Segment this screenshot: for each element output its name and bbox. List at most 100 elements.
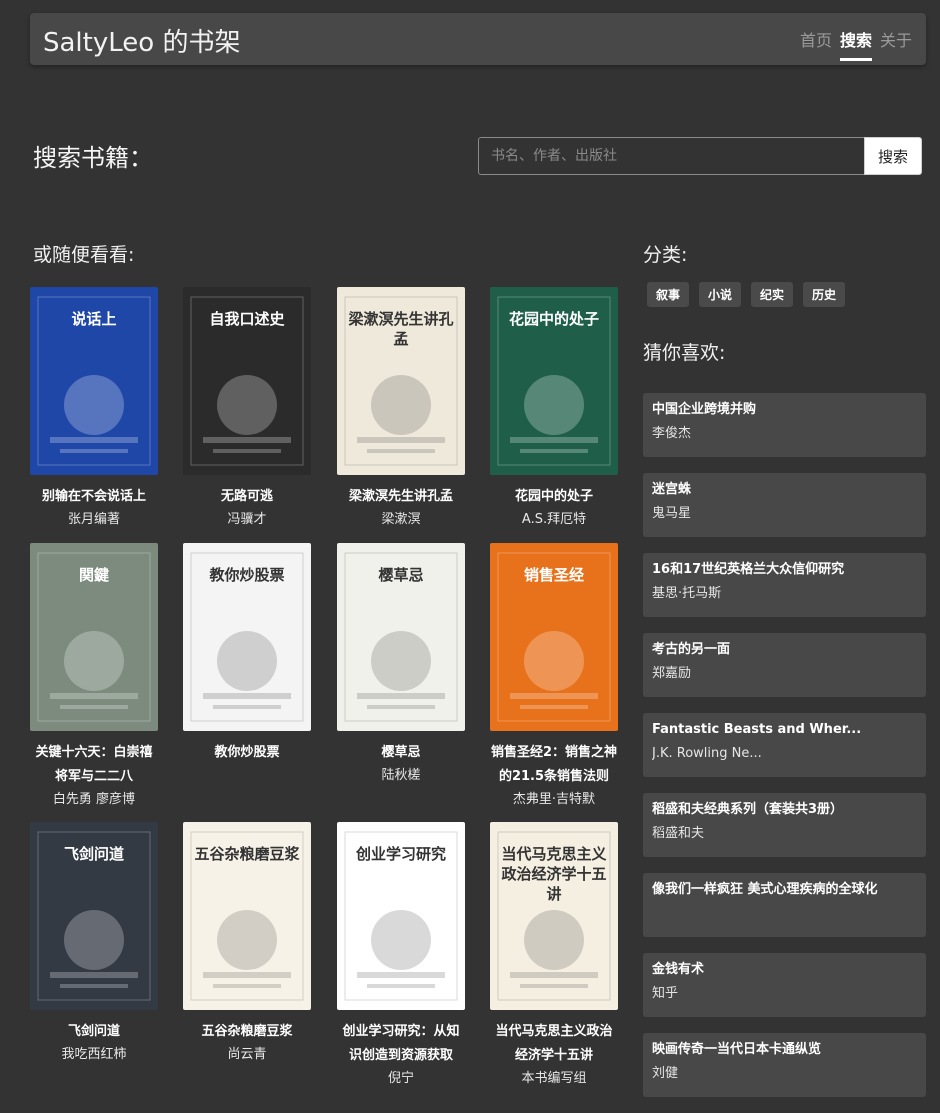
- book-cover-image[interactable]: 创业学习研究: [337, 822, 465, 1010]
- book-cover-text: 飞剑问道: [63, 845, 124, 863]
- book-title[interactable]: 樱草忌: [337, 741, 465, 765]
- book-card[interactable]: 说话上别输在不会说话上张月编著: [30, 287, 158, 530]
- recommend-author: 刘健: [652, 1066, 679, 1081]
- category-tag[interactable]: 历史: [803, 282, 846, 307]
- book-author: 白先勇 廖彦博: [52, 792, 136, 807]
- book-cover-image[interactable]: 梁漱溟先生讲孔孟: [337, 287, 465, 475]
- random-books-heading: 或随便看看:: [33, 244, 135, 266]
- recommend-author: 稻盛和夫: [652, 826, 705, 841]
- book-card[interactable]: 花园中的处子 花园中的处子 A.S.拜厄特: [490, 287, 618, 530]
- recommend-item[interactable]: 16和17世纪英格兰大众信仰研究 基思·托马斯: [643, 553, 926, 617]
- recommend-author: 基思·托马斯: [652, 586, 722, 601]
- book-card[interactable]: 自我口述史无路可逃冯骥才: [183, 287, 311, 530]
- book-title[interactable]: 梁漱溟先生讲孔孟: [337, 485, 465, 509]
- recommend-title[interactable]: Fantastic Beasts and Wher...: [652, 721, 917, 739]
- recommend-item[interactable]: 像我们一样疯狂 美式心理疾病的全球化: [643, 873, 926, 937]
- book-card[interactable]: 樱草忌 樱草忌 陆秋槎: [337, 543, 465, 786]
- recommend-author: 李俊杰: [652, 426, 692, 441]
- category-tag[interactable]: 叙事: [647, 282, 690, 307]
- book-title[interactable]: 创业学习研究：从知识创造到资源获取: [337, 1020, 465, 1068]
- book-cover-text: 自我口述史: [209, 310, 285, 328]
- book-title[interactable]: 飞剑问道: [30, 1020, 158, 1044]
- book-card[interactable]: 创业学习研究创业学习研究：从知识创造到资源获取倪宁: [337, 822, 465, 1089]
- recommend-item[interactable]: 中国企业跨境并购 李俊杰: [643, 393, 926, 457]
- recommend-author: 知乎: [652, 986, 679, 1001]
- recommend-item[interactable]: 考古的另一面 郑嘉励: [643, 633, 926, 697]
- book-cover-text: 创业学习研究: [355, 845, 446, 863]
- book-title[interactable]: 教你炒股票: [183, 741, 311, 765]
- book-author: 冯骥才: [227, 512, 267, 527]
- search-button[interactable]: 搜索: [864, 137, 922, 175]
- book-author: 本书编写组: [521, 1071, 587, 1086]
- book-card[interactable]: 五谷杂粮磨豆浆 五谷杂粮磨豆浆 尚云青: [183, 822, 311, 1065]
- category-tags: 叙事 小说 纪实 历史: [647, 282, 846, 307]
- recommend-item[interactable]: Fantastic Beasts and Wher... J.K. Rowling…: [643, 713, 926, 777]
- book-cover-text: 说话上: [71, 310, 117, 328]
- recommend-title[interactable]: 映画传奇一当代日本卡通纵览: [652, 1041, 917, 1059]
- recommend-item[interactable]: 金钱有术 知乎: [643, 953, 926, 1017]
- recommend-title[interactable]: 16和17世纪英格兰大众信仰研究: [652, 561, 917, 579]
- recommend-title[interactable]: 中国企业跨境并购: [652, 401, 917, 419]
- book-title[interactable]: 无路可逃: [183, 485, 311, 509]
- recommend-title[interactable]: 迷宫蛛: [652, 481, 917, 499]
- book-author: 杰弗里·吉特默: [512, 792, 596, 807]
- category-tag[interactable]: 纪实: [751, 282, 794, 307]
- book-cover-text: 销售圣经: [523, 566, 584, 584]
- recommend-title[interactable]: 考古的另一面: [652, 641, 917, 659]
- book-author: 张月编著: [67, 512, 120, 527]
- book-title[interactable]: 销售圣经2：销售之神的21.5条销售法则: [490, 741, 618, 789]
- search-input[interactable]: [478, 137, 864, 175]
- book-cover-text: 五谷杂粮磨豆浆: [194, 845, 300, 863]
- book-author: 倪宁: [387, 1071, 414, 1086]
- search-heading: 搜索书籍：: [33, 144, 153, 172]
- recommend-author: 郑嘉励: [652, 666, 692, 681]
- book-card[interactable]: 飞剑问道 飞剑问道 我吃西红柿: [30, 822, 158, 1065]
- recommend-heading: 猜你喜欢:: [643, 342, 726, 364]
- book-title[interactable]: 别输在不会说话上: [30, 485, 158, 509]
- recommend-item[interactable]: 映画传奇一当代日本卡通纵览 刘健: [643, 1033, 926, 1097]
- book-card[interactable]: 销售圣经销售圣经2：销售之神的21.5条销售法则杰弗里·吉特默: [490, 543, 618, 810]
- book-cover-image[interactable]: 飞剑问道: [30, 822, 158, 1010]
- book-cover-image[interactable]: 関鍵: [30, 543, 158, 731]
- recommend-title[interactable]: 像我们一样疯狂 美式心理疾病的全球化: [652, 881, 917, 899]
- category-tag[interactable]: 小说: [699, 282, 742, 307]
- nav-search[interactable]: 搜索: [839, 27, 872, 61]
- book-title[interactable]: 当代马克思主义政治经济学十五讲: [490, 1020, 618, 1068]
- book-cover-text: 梁漱溟先生讲孔孟: [348, 310, 454, 348]
- book-author: A.S.拜厄特: [521, 512, 587, 527]
- book-card[interactable]: 関鍵关键十六天：白崇禧将军与二二八白先勇 廖彦博: [30, 543, 158, 810]
- book-card[interactable]: 教你炒股票 教你炒股票: [183, 543, 311, 766]
- book-cover-image[interactable]: 樱草忌: [337, 543, 465, 731]
- categories-heading: 分类:: [643, 244, 688, 266]
- site-brand[interactable]: SaltyLeo 的书架: [43, 22, 240, 59]
- nav-about[interactable]: 关于: [880, 27, 912, 57]
- book-cover-text: 花园中的处子: [508, 310, 599, 328]
- search-bar: 搜索: [478, 137, 922, 175]
- book-author: 陆秋槎: [381, 768, 421, 783]
- nav-home[interactable]: 首页: [800, 27, 832, 57]
- book-cover-image[interactable]: 教你炒股票: [183, 543, 311, 731]
- book-cover-text: 教你炒股票: [209, 566, 285, 584]
- recommend-item[interactable]: 迷宫蛛 鬼马星: [643, 473, 926, 537]
- book-cover-image[interactable]: 销售圣经: [490, 543, 618, 731]
- book-cover-text: 当代马克思主义政治经济学十五讲: [501, 845, 607, 903]
- recommend-author: J.K. Rowling Ne...: [652, 746, 762, 761]
- book-author: 梁漱溟: [381, 512, 421, 527]
- book-cover-image[interactable]: 五谷杂粮磨豆浆: [183, 822, 311, 1010]
- book-title[interactable]: 五谷杂粮磨豆浆: [183, 1020, 311, 1044]
- book-cover-image[interactable]: 自我口述史: [183, 287, 311, 475]
- recommend-list: 中国企业跨境并购 李俊杰 迷宫蛛 鬼马星 16和17世纪英格兰大众信仰研究 基思·托马斯考…: [643, 393, 926, 1113]
- book-card[interactable]: 梁漱溟先生讲孔孟 梁漱溟先生讲孔孟 梁漱溟: [337, 287, 465, 530]
- book-cover-text: 関鍵: [78, 566, 109, 584]
- recommend-title[interactable]: 稻盛和夫经典系列（套装共3册）: [652, 801, 917, 819]
- book-cover-image[interactable]: 花园中的处子: [490, 287, 618, 475]
- book-card[interactable]: 当代马克思主义政治经济学十五讲 当代马克思主义政治经济学十五讲 本书编写组: [490, 822, 618, 1089]
- nav-links: 首页 搜索 关于: [800, 27, 912, 61]
- book-title[interactable]: 花园中的处子: [490, 485, 618, 509]
- book-cover-image[interactable]: 说话上: [30, 287, 158, 475]
- book-title[interactable]: 关键十六天：白崇禧将军与二二八: [30, 741, 158, 789]
- book-cover-image[interactable]: 当代马克思主义政治经济学十五讲: [490, 822, 618, 1010]
- book-cover-text: 樱草忌: [378, 566, 424, 584]
- recommend-title[interactable]: 金钱有术: [652, 961, 917, 979]
- recommend-item[interactable]: 稻盛和夫经典系列（套装共3册） 稻盛和夫: [643, 793, 926, 857]
